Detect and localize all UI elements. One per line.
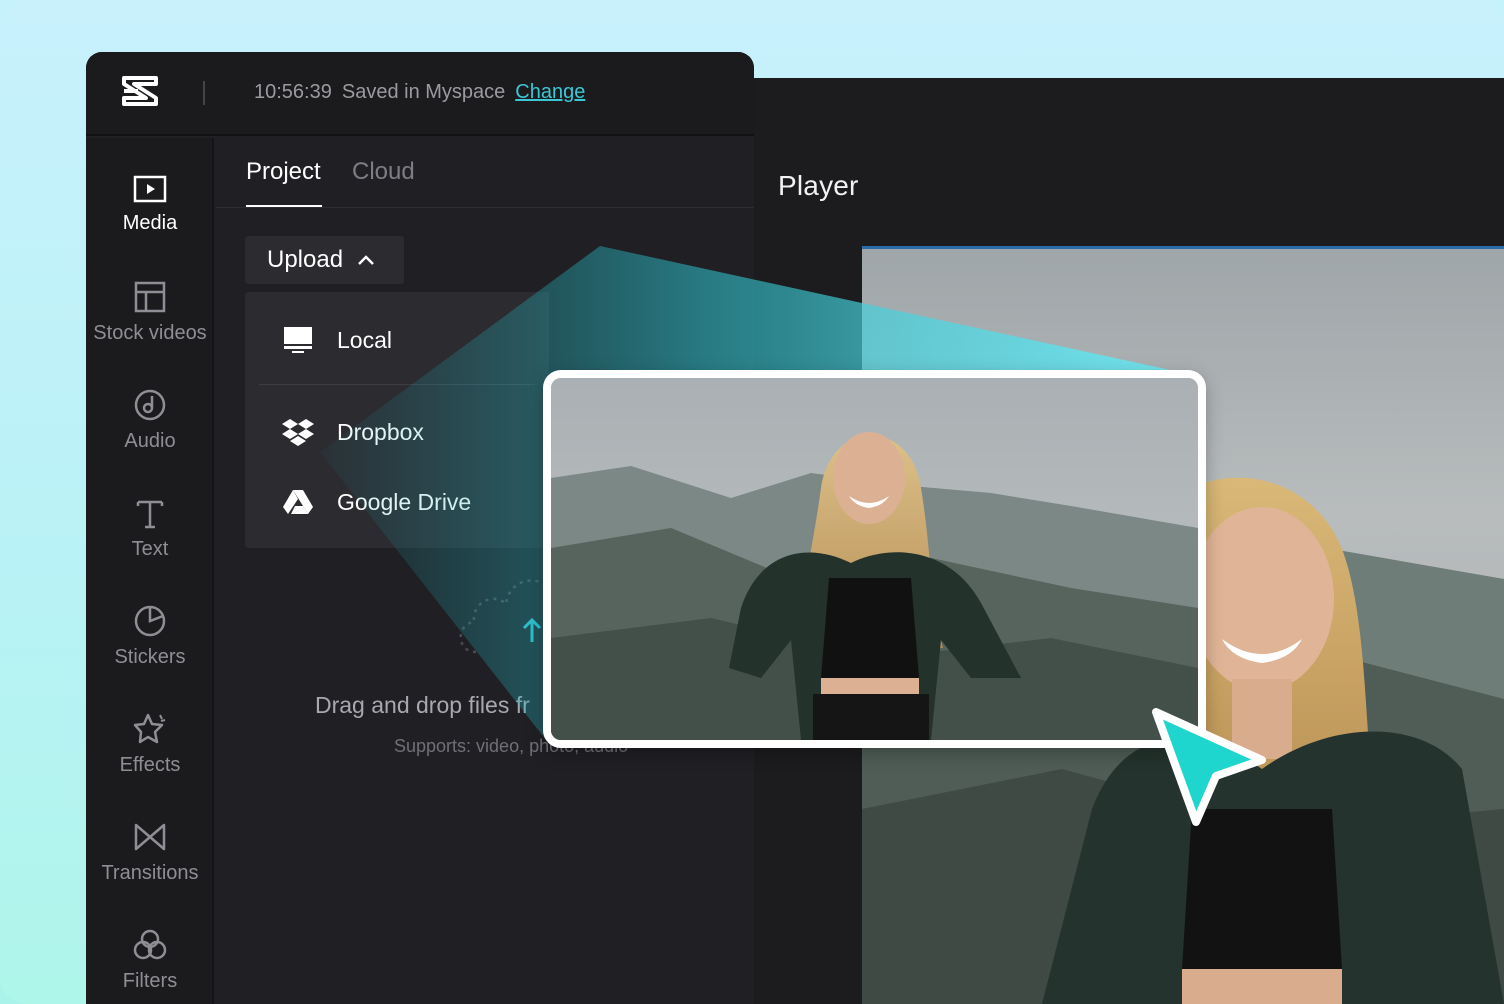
- preview-photo-scene: [551, 378, 1198, 740]
- cursor-arrow-icon: [1152, 708, 1266, 826]
- preview-thumbnail[interactable]: [543, 370, 1206, 748]
